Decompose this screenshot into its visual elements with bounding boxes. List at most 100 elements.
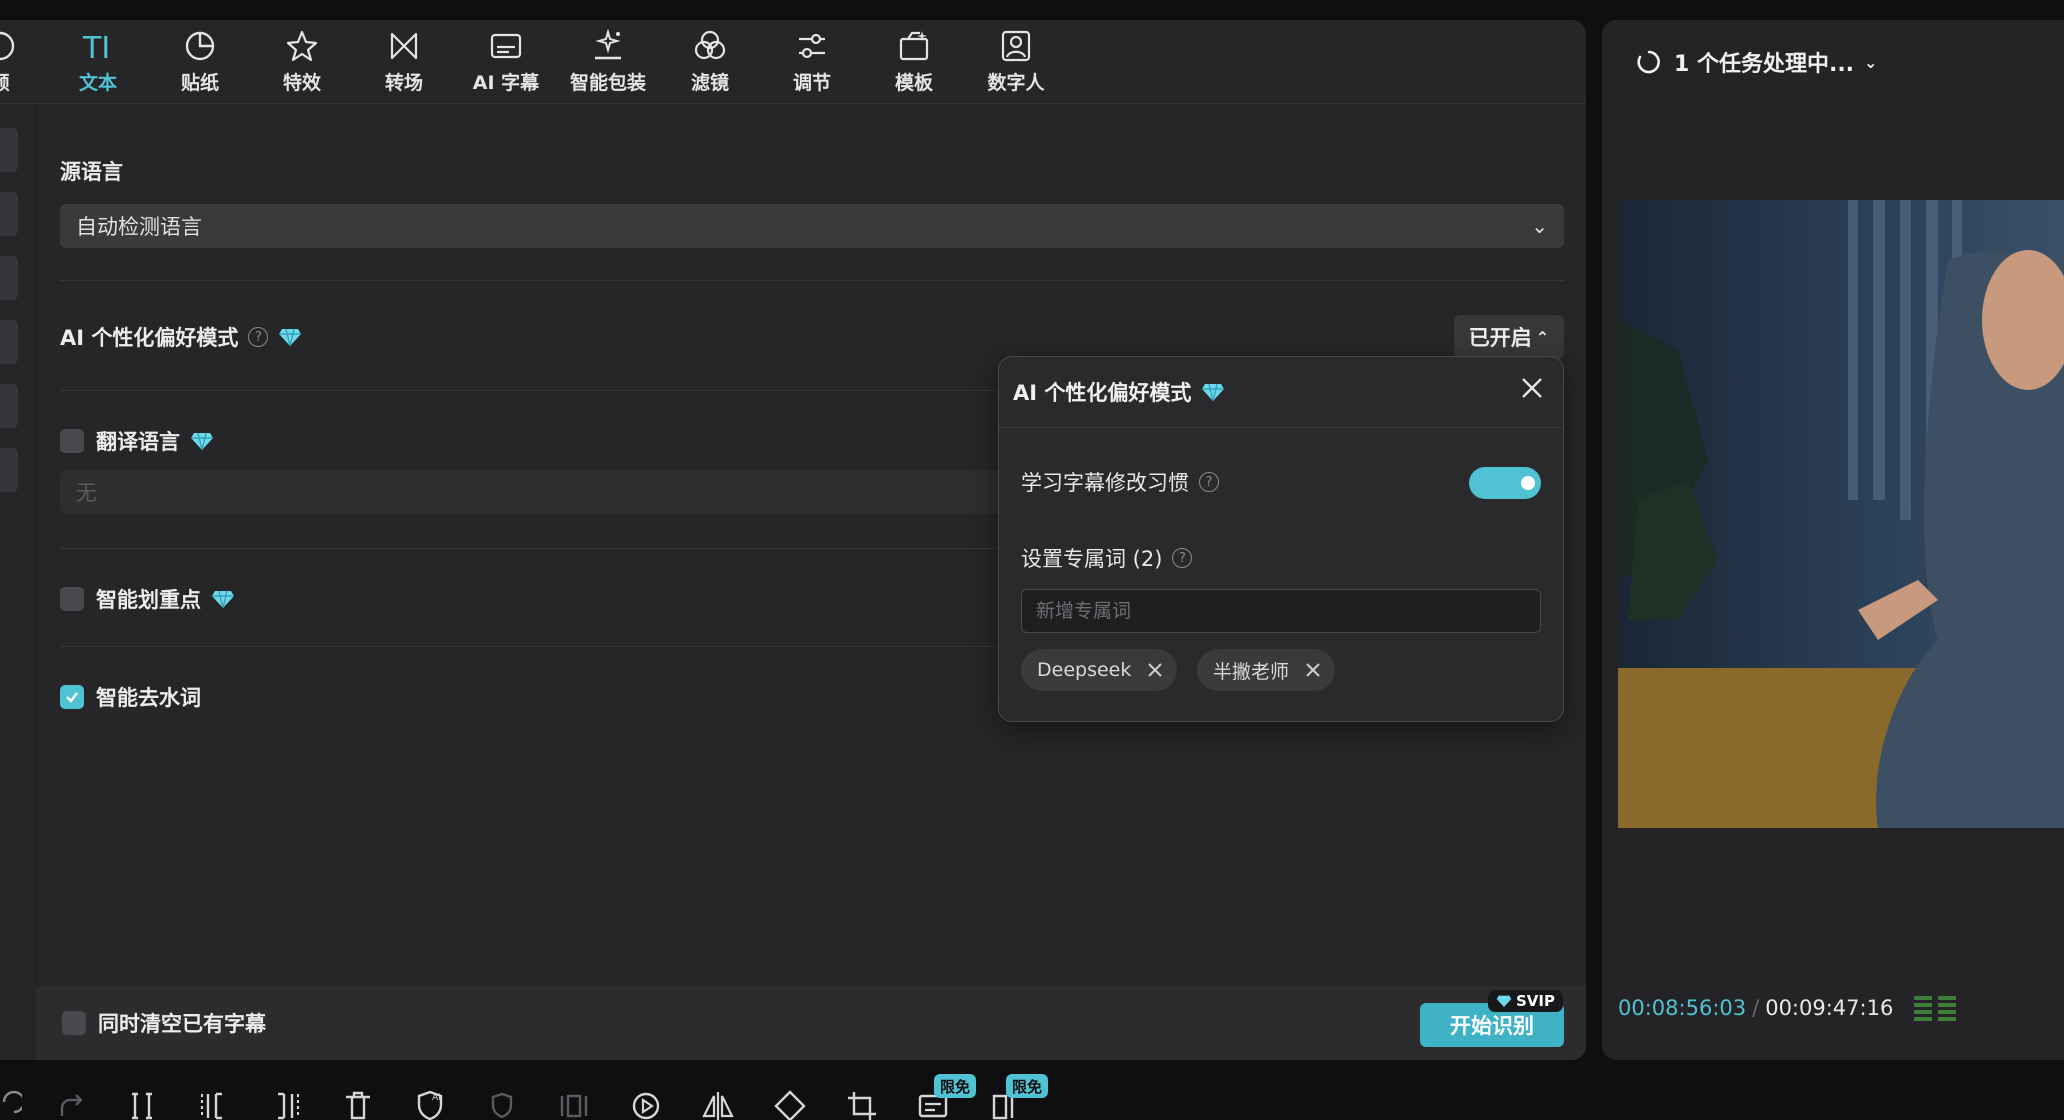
- rotate-icon[interactable]: [772, 1088, 808, 1120]
- split-right-icon[interactable]: [268, 1088, 304, 1120]
- rail-item[interactable]: [0, 256, 18, 300]
- redo-icon[interactable]: [52, 1088, 88, 1120]
- circle-partial-icon: [0, 31, 15, 61]
- rail-item[interactable]: [0, 448, 18, 492]
- translate-language-select[interactable]: 无: [60, 470, 1060, 514]
- chevron-down-icon: ⌄: [1864, 52, 1878, 72]
- transition-icon: [390, 32, 418, 60]
- tab-label: 调节: [792, 72, 831, 94]
- translate-checkbox[interactable]: [60, 429, 84, 453]
- audio-meter-icon[interactable]: [1912, 992, 1958, 1026]
- tab-smart-package[interactable]: 智能包装: [558, 28, 658, 100]
- translate-value: 无: [76, 481, 97, 505]
- smart-package-icon: [595, 28, 621, 60]
- tab-effects[interactable]: 特效: [252, 28, 352, 100]
- shield-icon[interactable]: [484, 1088, 520, 1120]
- split-left-icon[interactable]: [196, 1088, 232, 1120]
- start-button-label: 开始识别: [1450, 1014, 1534, 1038]
- popup-title: AI 个性化偏好模式: [1013, 381, 1192, 405]
- time-separator: /: [1752, 996, 1760, 1020]
- clear-existing-checkbox[interactable]: [62, 1011, 86, 1035]
- tab-ai-subtitle[interactable]: AI 字幕: [456, 28, 556, 100]
- diamond-icon: [191, 432, 213, 451]
- app-root: 频 TI 文本 贴纸 特效 转场 AI 字幕: [0, 0, 2064, 1120]
- preview-panel: 1 个任务处理中... ⌄ 00:08:56:03 / 00:09:47:16: [1602, 20, 2064, 1060]
- remove-filler-label: 智能去水词: [96, 686, 201, 710]
- term-tag: Deepseek: [1021, 649, 1178, 691]
- mirror-icon[interactable]: [700, 1088, 736, 1120]
- text-icon: TI: [82, 31, 110, 64]
- popup-header: AI 个性化偏好模式: [1013, 377, 1225, 407]
- rail-item[interactable]: [0, 384, 18, 428]
- help-icon[interactable]: ?: [1199, 472, 1219, 492]
- tab-video[interactable]: 频: [0, 28, 50, 100]
- tab-label: 贴纸: [180, 72, 219, 94]
- undo-icon[interactable]: [0, 1088, 22, 1120]
- crop-icon[interactable]: [844, 1088, 880, 1120]
- chevron-up-icon: ⌃: [1535, 327, 1550, 347]
- term-tag: 半撇老师: [1197, 649, 1336, 691]
- split-icon[interactable]: [124, 1088, 160, 1120]
- svg-text:AI: AI: [432, 1093, 441, 1103]
- toggle-knob: [1521, 476, 1535, 490]
- tab-digital-human[interactable]: 数字人: [966, 28, 1066, 100]
- sticker-icon: [185, 31, 215, 61]
- tab-filter[interactable]: 滤镜: [660, 28, 760, 100]
- source-language-select[interactable]: 自动检测语言 ⌄: [60, 204, 1564, 248]
- close-icon[interactable]: [1147, 662, 1163, 678]
- free-badge: 限免: [1006, 1074, 1049, 1098]
- select-value: 自动检测语言: [76, 215, 202, 239]
- source-language-label: 源语言: [60, 160, 123, 184]
- task-status-dropdown[interactable]: 1 个任务处理中... ⌄: [1636, 46, 1877, 78]
- tab-transition[interactable]: 转场: [354, 28, 454, 100]
- close-icon[interactable]: [1519, 375, 1545, 401]
- tab-label: 智能包装: [569, 72, 646, 94]
- free-badge-label: 限免: [940, 1077, 971, 1096]
- learn-habits-toggle[interactable]: [1469, 467, 1541, 499]
- delete-icon[interactable]: [340, 1088, 376, 1120]
- new-term-input[interactable]: [1021, 589, 1541, 633]
- ai-pref-toggle-button[interactable]: 已开启 ⌃: [1454, 315, 1564, 359]
- play-speed-icon[interactable]: [628, 1088, 664, 1120]
- timecode: 00:08:56:03/00:09:47:16: [1618, 996, 1893, 1020]
- close-icon[interactable]: [1305, 662, 1321, 678]
- ai-pref-popup: AI 个性化偏好模式 学习字幕修改习惯 ? 设置专属词 (2) ? Deepse…: [998, 356, 1564, 722]
- tab-label: 文本: [78, 72, 117, 94]
- ai-pref-status: 已开启: [1468, 326, 1532, 350]
- remove-filler-row: 智能去水词: [60, 682, 201, 712]
- video-preview[interactable]: [1618, 200, 2064, 828]
- ai-pref-row: AI 个性化偏好模式 ?: [60, 322, 302, 352]
- adjust-icon: [799, 33, 825, 59]
- star-icon: [286, 30, 318, 62]
- ai-pref-label: AI 个性化偏好模式: [60, 326, 239, 350]
- free-badge-label: 限免: [1012, 1077, 1043, 1096]
- tab-sticker[interactable]: 贴纸: [150, 28, 250, 100]
- side-rail: [0, 128, 18, 512]
- translate-label: 翻译语言: [96, 430, 180, 454]
- video-frame-image: [1618, 200, 2064, 828]
- diamond-icon: [1202, 383, 1225, 402]
- tab-label: 频: [0, 68, 10, 95]
- highlight-checkbox[interactable]: [60, 587, 84, 611]
- tab-label: AI 字幕: [472, 72, 540, 94]
- help-icon[interactable]: ?: [248, 327, 269, 347]
- rail-item[interactable]: [0, 320, 18, 364]
- tab-template[interactable]: 模板: [864, 28, 964, 100]
- digital-human-icon: [1001, 30, 1031, 62]
- svg-text:TI: TI: [82, 31, 110, 64]
- freeze-frame-icon[interactable]: [556, 1088, 592, 1120]
- highlight-label: 智能划重点: [96, 588, 201, 612]
- rail-item[interactable]: [0, 192, 18, 236]
- ai-shield-icon[interactable]: AI: [412, 1088, 448, 1120]
- free-badge: 限免: [934, 1074, 977, 1098]
- help-icon[interactable]: ?: [1172, 548, 1193, 568]
- tab-adjust[interactable]: 调节: [762, 28, 862, 100]
- rail-item[interactable]: [0, 128, 18, 172]
- learn-habits-row: 学习字幕修改习惯 ?: [1021, 467, 1219, 497]
- diamond-icon: [279, 328, 302, 347]
- tab-label: 滤镜: [690, 72, 729, 94]
- loading-spinner-icon: [1637, 50, 1660, 74]
- chevron-down-icon: ⌄: [1531, 214, 1548, 238]
- remove-filler-checkbox[interactable]: [60, 685, 84, 709]
- tab-text[interactable]: TI 文本: [48, 28, 148, 100]
